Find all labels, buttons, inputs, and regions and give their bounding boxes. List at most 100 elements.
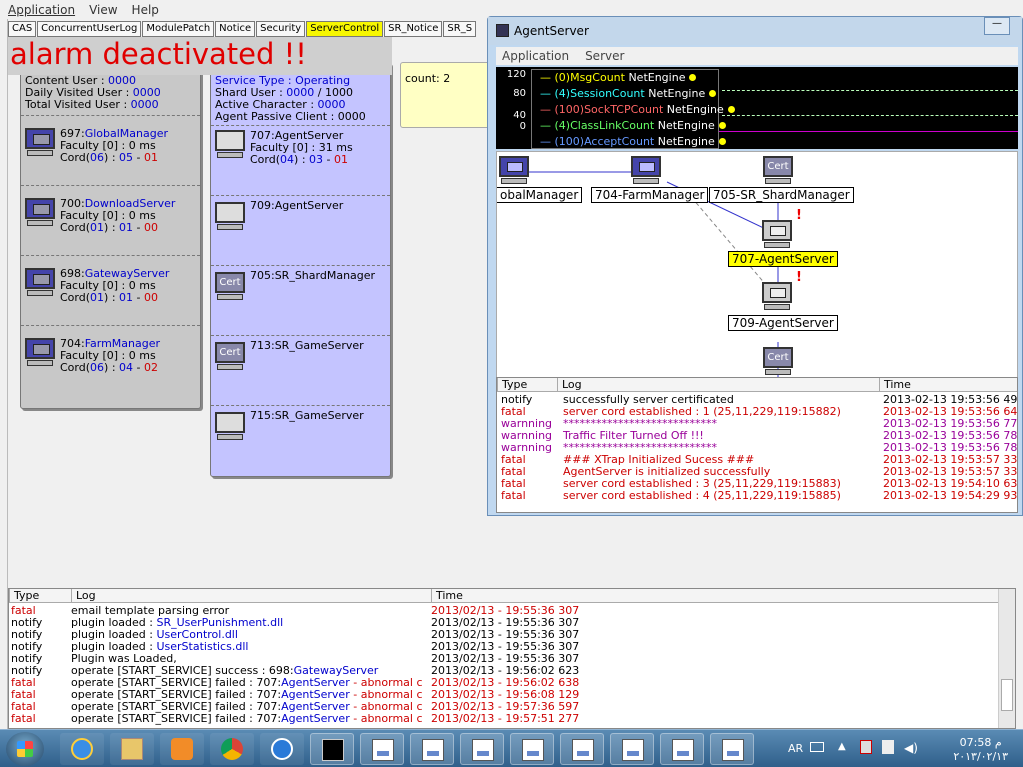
server-item-game-713[interactable]: Cert 713:SR_GameServer: [211, 335, 390, 403]
legend-item: — (0)MsgCount NetEngine: [532, 70, 718, 86]
server-item-download-server[interactable]: 700:DownloadServer Faculty [0] : 0 ms Co…: [21, 185, 200, 253]
agent-server-window: AgentServer — Application Server 120 80 …: [487, 16, 1023, 516]
agent-passive-client: Agent Passive Client : 0000: [215, 110, 366, 123]
chrome-icon[interactable]: [210, 733, 254, 765]
tab-cas[interactable]: CAS: [8, 21, 37, 37]
server-item-shard-manager[interactable]: Cert 705:SR_ShardManager: [211, 265, 390, 333]
server-item-agent-707[interactable]: 707:AgentServer Faculty [0] : 31 ms Cord…: [211, 125, 390, 193]
server-group-column-1: Content User : 0000 Daily Visited User :…: [20, 62, 201, 409]
log-row[interactable]: fatal operate [START_SERVICE] failed : 70…: [9, 713, 1015, 725]
menu-help[interactable]: Help: [132, 3, 159, 17]
col-time[interactable]: Time: [879, 378, 1017, 392]
node-global-manager[interactable]: obalManager: [497, 187, 583, 203]
log-scrollbar[interactable]: [998, 589, 1015, 728]
app-icon: [496, 24, 509, 37]
server-item-global-manager[interactable]: 697:GlobalManager Faculty [0] : 0 ms Cor…: [21, 115, 200, 183]
server-name: 713:SR_GameServer: [250, 339, 364, 352]
legend-item: — (4)SessionCount NetEngine: [532, 86, 718, 102]
node-farm-manager[interactable]: 704-FarmManager: [591, 187, 709, 203]
col-log[interactable]: Log: [557, 378, 879, 392]
cert-icon[interactable]: Cert: [763, 347, 793, 377]
window-titlebar[interactable]: AgentServer —: [488, 17, 1022, 45]
tab-security[interactable]: Security: [256, 21, 306, 37]
ie-icon[interactable]: [60, 733, 104, 765]
grid-line: [722, 90, 1018, 91]
keyboard-icon[interactable]: [810, 742, 824, 752]
warning-icon: !: [796, 208, 802, 223]
monitor-icon: [25, 128, 55, 156]
tab-sr-s[interactable]: SR_S: [443, 21, 477, 37]
app-window-icon[interactable]: [460, 733, 504, 765]
legend-item: — (100)AcceptCount NetEngine: [532, 134, 726, 149]
cert-icon: Cert: [215, 342, 245, 370]
tab-server-control[interactable]: ServerControl: [306, 21, 384, 37]
app-window-icon[interactable]: [360, 733, 404, 765]
log-header: Type Log Time: [497, 378, 1017, 392]
language-indicator[interactable]: AR: [788, 742, 803, 755]
agent-log-table: Type Log Time notify successfully server …: [496, 377, 1018, 513]
app-window-icon[interactable]: [510, 733, 554, 765]
app-window-icon[interactable]: [710, 733, 754, 765]
y-tick: 80: [513, 88, 526, 99]
node-agent-709[interactable]: 709-AgentServer: [728, 315, 838, 331]
server-item-gateway-server[interactable]: 698:GatewayServer Faculty [0] : 0 ms Cor…: [21, 255, 200, 323]
server-group-column-3: count: 2: [400, 62, 490, 128]
graph-legend: — (0)MsgCount NetEngine — (4)SessionCoun…: [531, 69, 735, 149]
grid-line: [722, 115, 1018, 116]
menu-view[interactable]: View: [89, 3, 117, 17]
tab-concurrent-user-log[interactable]: ConcurrentUserLog: [37, 21, 142, 37]
volume-icon[interactable]: ◀): [904, 741, 918, 755]
col-time[interactable]: Time: [431, 589, 581, 603]
server-group-column-2: Service Type : Operating Shard User : 00…: [210, 62, 391, 477]
node-shard-manager[interactable]: 705-SR_ShardManager: [709, 187, 854, 203]
menu-application[interactable]: Application: [8, 3, 75, 17]
network-status-icon[interactable]: [882, 740, 894, 754]
media-player-icon[interactable]: [160, 733, 204, 765]
monitor-icon[interactable]: [762, 220, 792, 250]
monitor-icon[interactable]: [762, 282, 792, 312]
explorer-icon[interactable]: [110, 733, 154, 765]
server-item-game-715[interactable]: 715:SR_GameServer: [211, 405, 390, 473]
menu-server[interactable]: Server: [585, 49, 624, 63]
left-edge: [0, 19, 8, 729]
menu-application[interactable]: Application: [502, 49, 569, 63]
monitor-icon[interactable]: [631, 156, 661, 186]
network-icon[interactable]: [260, 733, 304, 765]
server-cord: Cord(04) : 03 - 01: [250, 153, 348, 166]
system-clock[interactable]: 07:58 م ٢٠١٣/٠٢/١٣: [953, 736, 1008, 764]
col-type[interactable]: Type: [497, 378, 557, 392]
log-row[interactable]: fatal server cord established : 4 (25,11,…: [497, 490, 1017, 502]
app-window-icon[interactable]: [610, 733, 654, 765]
monitor-icon: [215, 130, 245, 158]
server-cord: Cord(06) : 05 - 01: [60, 151, 158, 164]
minimize-button[interactable]: —: [984, 17, 1010, 35]
monitor-icon[interactable]: [499, 156, 529, 186]
action-center-icon[interactable]: [860, 740, 872, 754]
node-agent-707[interactable]: 707-AgentServer: [728, 251, 838, 267]
taskbar: AR ▲ ◀) 07:58 م ٢٠١٣/٠٢/١٣: [0, 729, 1023, 767]
server-item-agent-709[interactable]: 709:AgentServer: [211, 195, 390, 263]
log-time: 2013/02/13 - 19:57:51 277: [431, 712, 580, 725]
scroll-thumb[interactable]: [1001, 679, 1013, 711]
server-item-farm-manager[interactable]: 704:FarmManager Faculty [0] : 0 ms Cord(…: [21, 325, 200, 393]
monitor-icon: [25, 198, 55, 226]
y-tick: 0: [519, 121, 526, 132]
y-tick: 120: [506, 69, 526, 80]
start-button[interactable]: [6, 732, 44, 766]
tab-notice[interactable]: Notice: [215, 21, 256, 37]
stat-total-visited: Total Visited User : 0000: [25, 98, 159, 111]
log-type: fatal: [11, 712, 36, 725]
tab-sr-notice[interactable]: SR_Notice: [384, 21, 443, 37]
monitor-icon: [25, 338, 55, 366]
col-log[interactable]: Log: [71, 589, 431, 603]
show-hidden-icons[interactable]: ▲: [838, 741, 846, 752]
app-window-icon[interactable]: [660, 733, 704, 765]
col-type[interactable]: Type: [9, 589, 71, 603]
cert-icon[interactable]: Cert: [763, 156, 793, 186]
app-window-icon[interactable]: [560, 733, 604, 765]
topology-diagram: obalManager 704-FarmManager Cert 705-SR_…: [496, 151, 1018, 387]
cmd-icon[interactable]: [310, 733, 354, 765]
app-window-icon[interactable]: [410, 733, 454, 765]
system-tray: AR ▲ ◀) 07:58 م ٢٠١٣/٠٢/١٣: [782, 733, 1022, 765]
tab-module-patch[interactable]: ModulePatch: [142, 21, 215, 37]
